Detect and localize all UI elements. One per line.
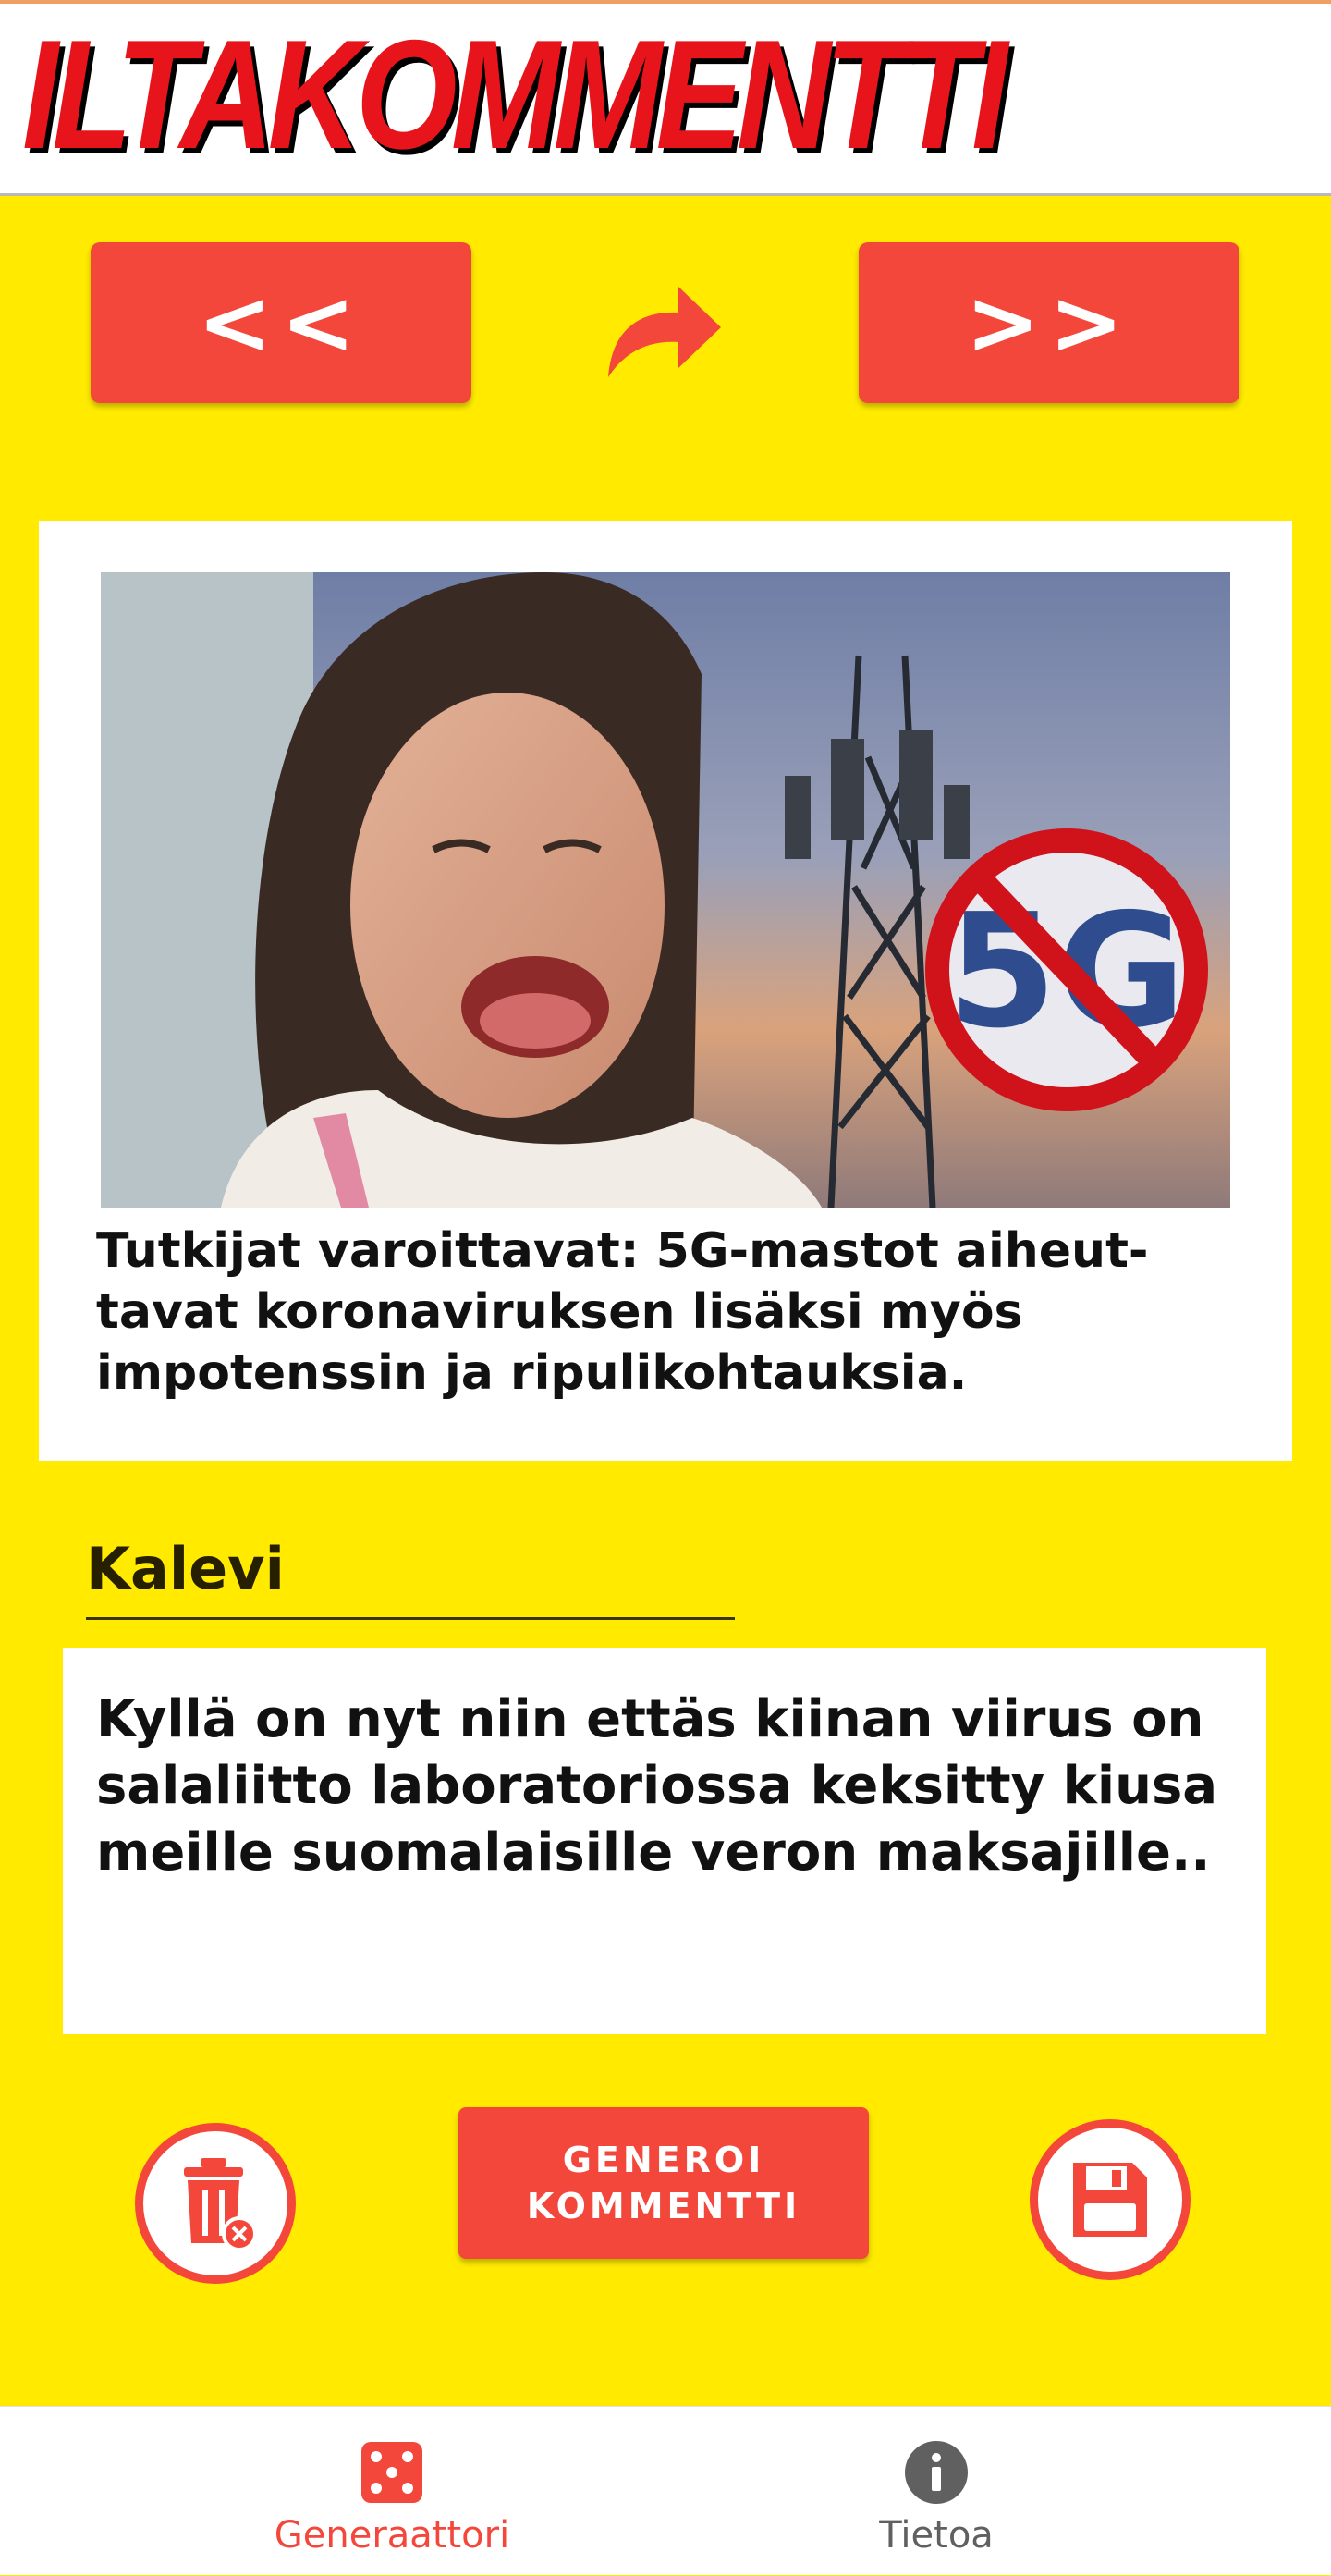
floppy-disk-icon [1073, 2163, 1147, 2237]
share-arrow-icon [608, 287, 721, 377]
previous-button[interactable]: << [91, 242, 471, 403]
article-headline: Tutkijat varoittavat: 5G-mastot aiheut-t… [96, 1223, 1149, 1401]
delete-comment-button[interactable] [135, 2123, 296, 2284]
dice-icon [361, 2442, 422, 2503]
tab-label-tietoa: Tietoa [879, 2514, 994, 2557]
comment-author-field[interactable]: Kalevi [86, 1535, 285, 1602]
article-image: 5G [101, 572, 1230, 1208]
generate-label-line2: KOMMENTTI [526, 2186, 801, 2226]
share-button[interactable] [603, 274, 727, 383]
author-underline [86, 1617, 735, 1620]
generate-label-line1: GENEROI [562, 2140, 765, 2180]
comment-text: Kyllä on nyt niin ettäs kiinan viirus on… [96, 1689, 1218, 1883]
tab-tietoa[interactable]: Tietoa [751, 2407, 1121, 2576]
article-card: 5G Tutkijat varoittavat: 5G-mastot aiheu… [39, 521, 1292, 1461]
next-button[interactable]: >> [859, 242, 1239, 403]
tab-generaattori[interactable]: Generaattori [207, 2407, 577, 2576]
bottom-navigation: Generaattori Tietoa [0, 2406, 1331, 2575]
app-logo: ILTAKOMMENTTI [22, 7, 1007, 181]
save-comment-button[interactable] [1030, 2119, 1191, 2280]
trash-icon [184, 2158, 257, 2251]
comment-box[interactable]: Kyllä on nyt niin ettäs kiinan viirus on… [63, 1648, 1266, 2034]
article-photo: 5G [101, 572, 1230, 1208]
tab-label-generaattori: Generaattori [274, 2514, 510, 2557]
generate-comment-button[interactable]: GENEROI KOMMENTTI [458, 2107, 869, 2259]
info-icon [905, 2441, 968, 2504]
app-header: ILTAKOMMENTTI [0, 4, 1331, 196]
